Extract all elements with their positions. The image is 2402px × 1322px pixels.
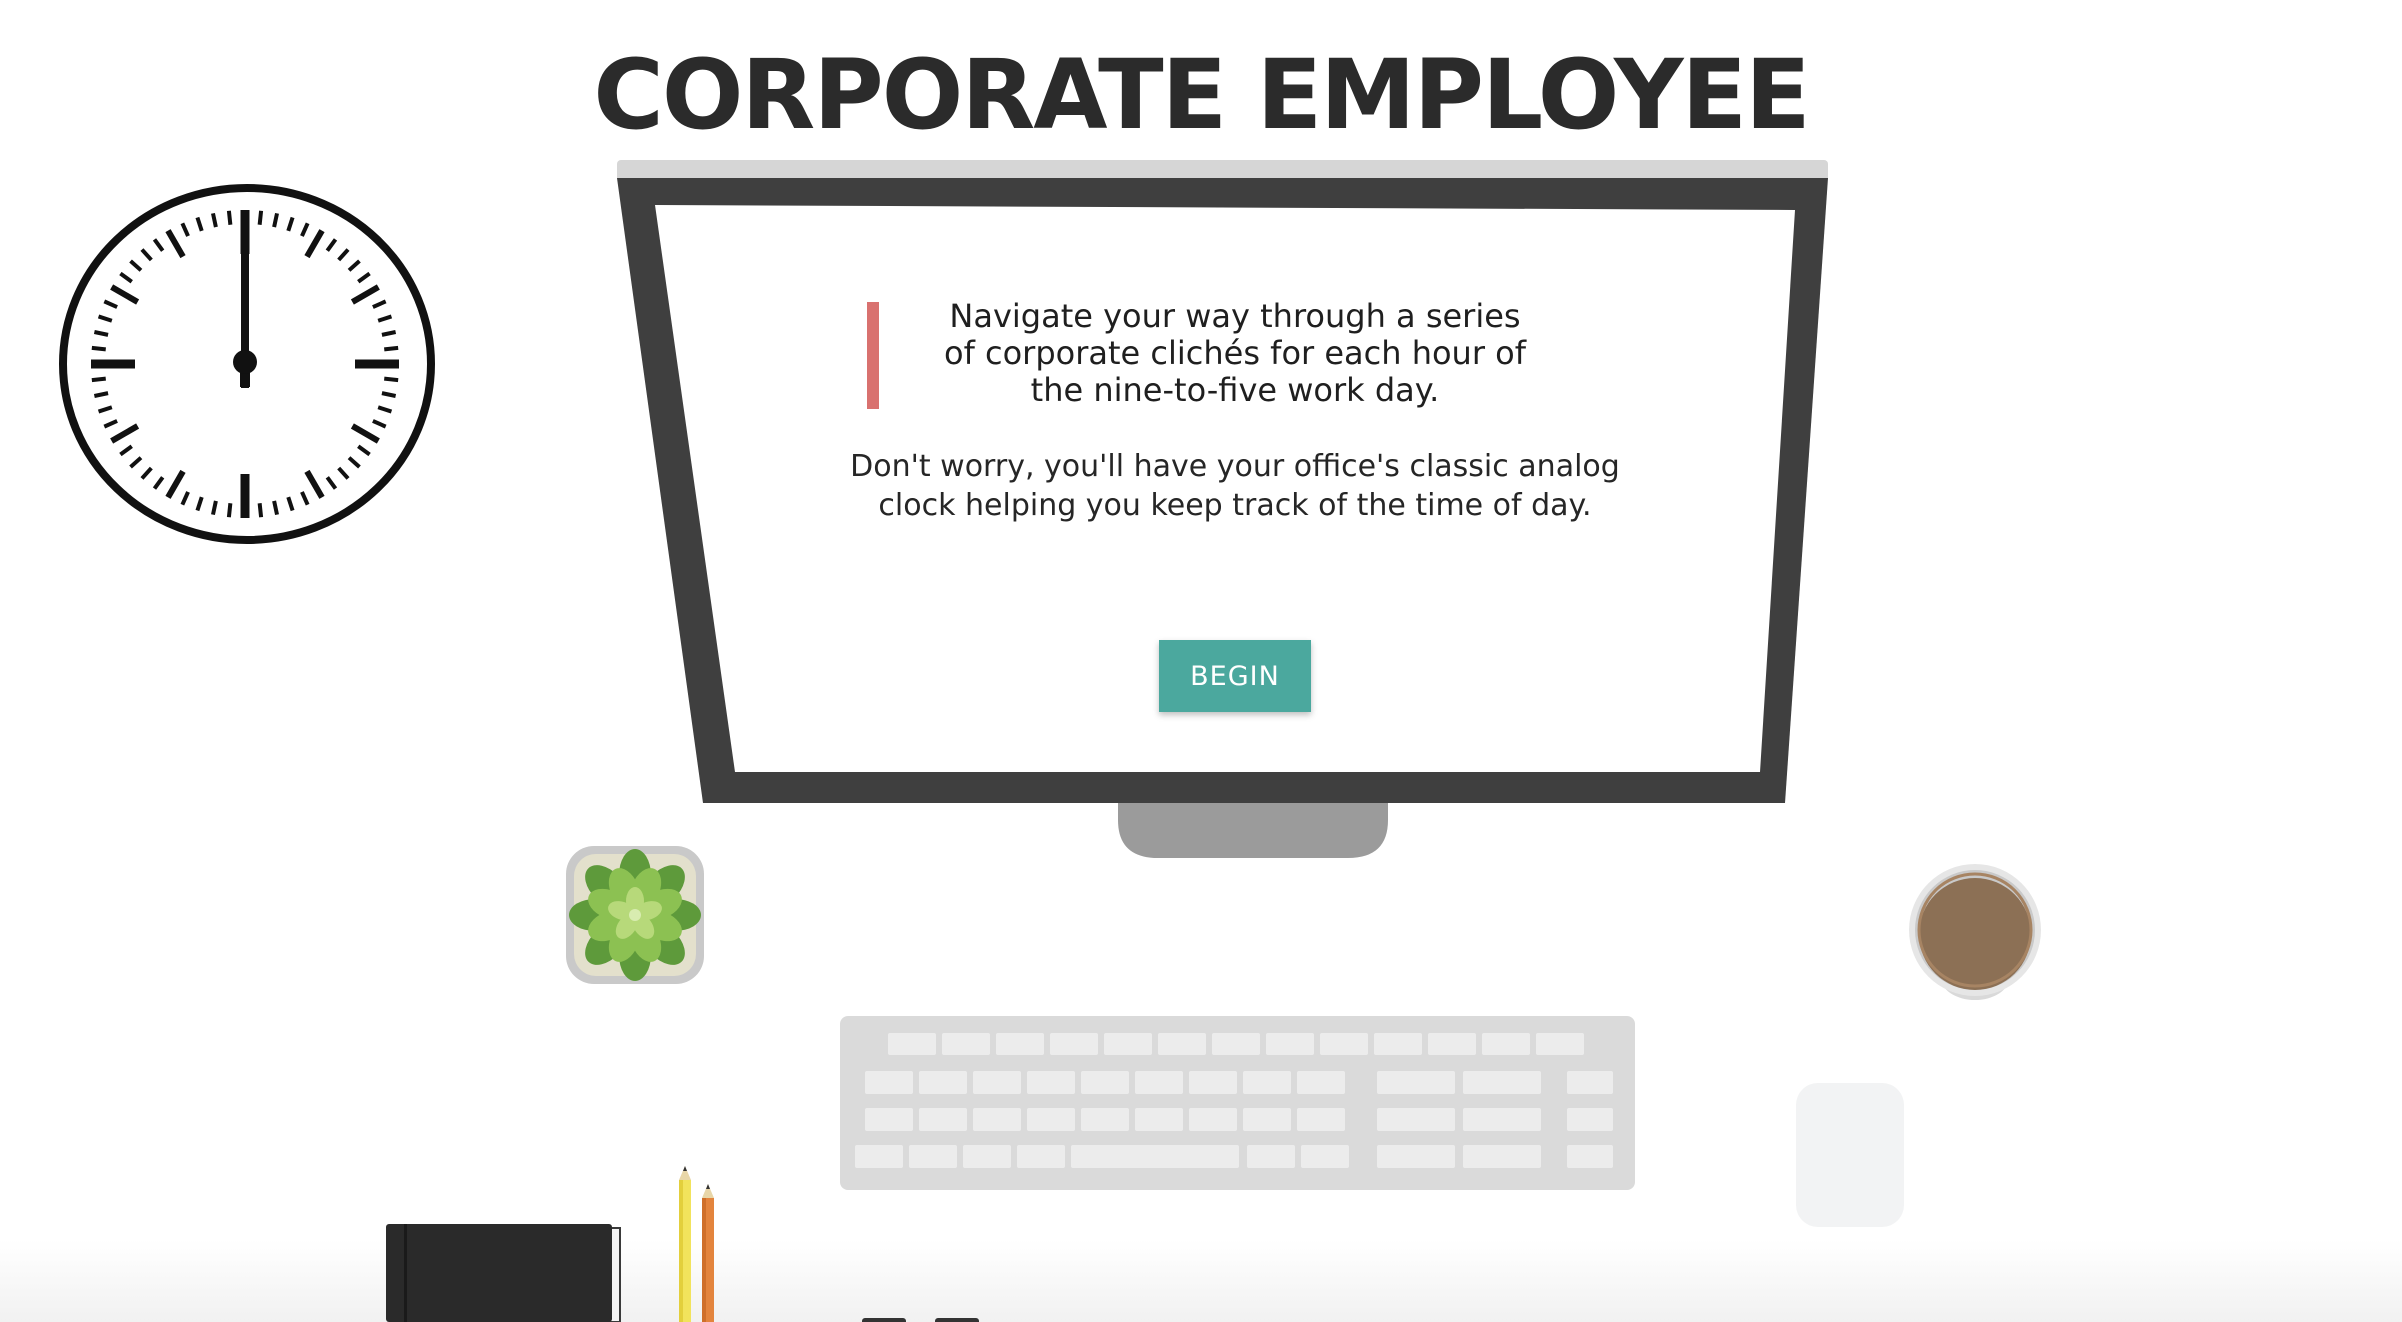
keyboard-key [1266,1033,1314,1055]
desk-scene: CORPORATE EMPLOYEE Navigate your way thr… [0,0,2402,1322]
monitor-stand [1118,800,1388,858]
keyboard-key [1482,1033,1530,1055]
clock-tick [384,376,399,383]
intro-subtext: Don't worry, you'll have your office's c… [850,449,1620,523]
mouse-icon [1796,1083,1906,1228]
clock-tick [257,503,264,518]
keyboard-key [1017,1145,1065,1168]
keyboard-key [1377,1108,1455,1131]
keyboard-key [919,1071,967,1094]
keyboard-key [1536,1033,1584,1055]
clock-tick [384,345,399,352]
phone-edge [862,1318,906,1322]
clock-tick [211,500,218,516]
keyboard-key [855,1145,903,1168]
keyboard-key [1081,1108,1129,1131]
keyboard-key [865,1108,913,1131]
keyboard-key [1567,1071,1613,1094]
succulent-plant-icon [560,840,710,990]
keyboard-key [919,1108,967,1131]
clock-tick [272,212,279,228]
keyboard-key [1243,1071,1291,1094]
intro-panel: Navigate your way through a series of co… [700,200,1770,760]
keyboard-key [1463,1071,1541,1094]
clock-tick [93,391,109,398]
keyboard-key [973,1071,1021,1094]
clock-tick [91,376,106,383]
keyboard-key [1135,1071,1183,1094]
keyboard-key [1374,1033,1422,1055]
keyboard-key [1189,1108,1237,1131]
keyboard-key [1428,1033,1476,1055]
keyboard-key [1081,1071,1129,1094]
keyboard-key [1247,1145,1295,1168]
clock-tick [257,210,264,225]
begin-button[interactable]: BEGIN [1159,640,1311,712]
keyboard-key [973,1108,1021,1131]
keyboard-key [1104,1033,1152,1055]
clock-tick [226,503,233,518]
accent-bar [867,302,879,409]
clock-tick [226,210,233,225]
keyboard-key [909,1145,957,1168]
clock-tick [381,391,397,398]
clock-tick [272,500,279,516]
keyboard-key [1212,1033,1260,1055]
keyboard-key [963,1145,1011,1168]
keyboard-key [1567,1145,1613,1168]
keyboard-key [1027,1108,1075,1131]
keyboard-key [942,1033,990,1055]
keyboard-key [1301,1145,1349,1168]
clock-tick [91,345,106,352]
keyboard-key [1158,1033,1206,1055]
keyboard-key [1297,1071,1345,1094]
keyboard-key [1463,1108,1541,1131]
keyboard-key [888,1033,936,1055]
keyboard-key [1297,1108,1345,1131]
keyboard-key [1135,1108,1183,1131]
keyboard-key [1567,1108,1613,1131]
phone-edge-2 [935,1318,979,1322]
pencil-icon [674,1160,720,1322]
clock-tick [93,330,109,337]
keyboard-key [1050,1033,1098,1055]
keyboard-key [1320,1033,1368,1055]
keyboard-key [1243,1108,1291,1131]
keyboard-key [996,1033,1044,1055]
keyboard-key [1071,1145,1239,1168]
clock-tick [211,212,218,228]
keyboard-key [865,1071,913,1094]
clock-center [233,350,257,374]
keyboard-key [1377,1145,1455,1168]
keyboard-key [1463,1145,1541,1168]
clock-tick [381,330,397,337]
keyboard-key [1377,1071,1455,1094]
intro-headline: Navigate your way through a series of co… [943,297,1526,409]
notebook-icon [386,1224,622,1322]
page-title: CORPORATE EMPLOYEE [593,39,1810,151]
keyboard-icon [840,1016,1635,1191]
coffee-cup-icon [1905,860,2045,1010]
wall-clock-icon [57,183,437,545]
keyboard-key [1027,1071,1075,1094]
keyboard-key [1189,1071,1237,1094]
